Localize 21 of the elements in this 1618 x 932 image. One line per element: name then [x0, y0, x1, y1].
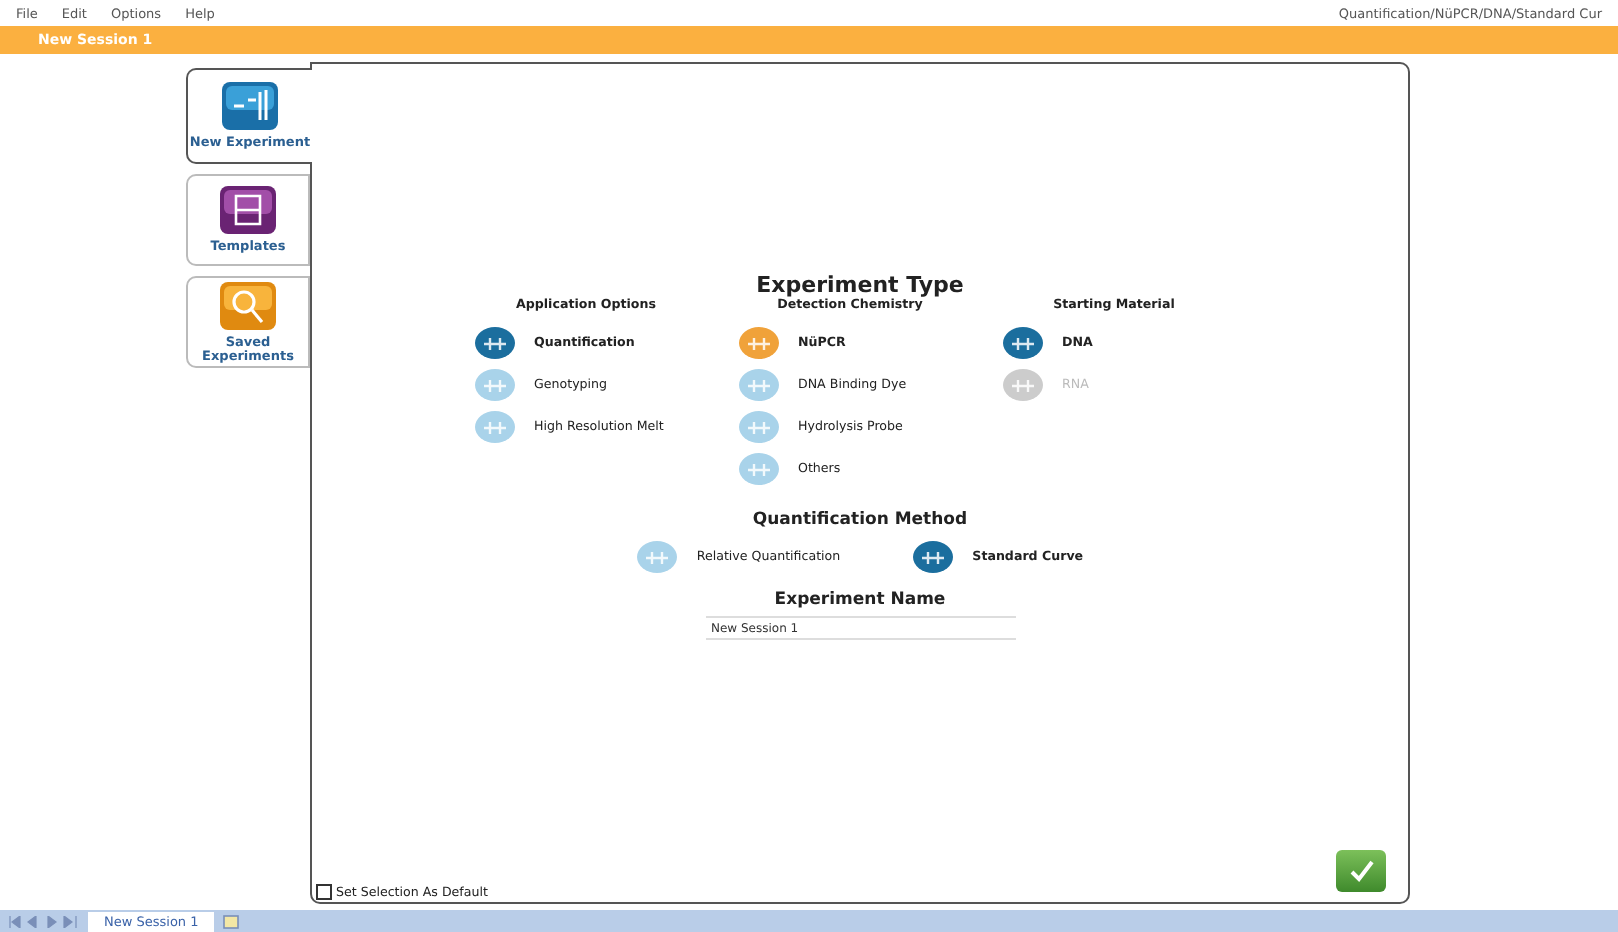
option-icon: [738, 326, 780, 360]
option-icon: [738, 452, 780, 486]
section-heading: Experiment Type: [756, 272, 964, 298]
option-icon: [912, 540, 955, 574]
option-icon: [474, 410, 516, 444]
chart-icon: [220, 80, 280, 133]
option-icon: [1002, 326, 1044, 360]
cabinet-icon: [218, 184, 278, 237]
confirm-button[interactable]: [1336, 850, 1386, 892]
option-icon: [636, 540, 679, 574]
sheet-navigation-icon[interactable]: [8, 915, 80, 927]
option-icon: [474, 326, 516, 360]
option-icon: [738, 410, 780, 444]
option-icon: [1002, 368, 1044, 402]
section-heading: Quantification Method: [752, 510, 968, 530]
new-sheet-icon[interactable]: [222, 913, 243, 929]
option-icon: [738, 368, 780, 402]
option-icon: [474, 368, 516, 402]
magnifier-icon: [218, 279, 278, 332]
section-heading: Experiment Name: [774, 590, 946, 610]
check-icon: [1349, 860, 1373, 882]
